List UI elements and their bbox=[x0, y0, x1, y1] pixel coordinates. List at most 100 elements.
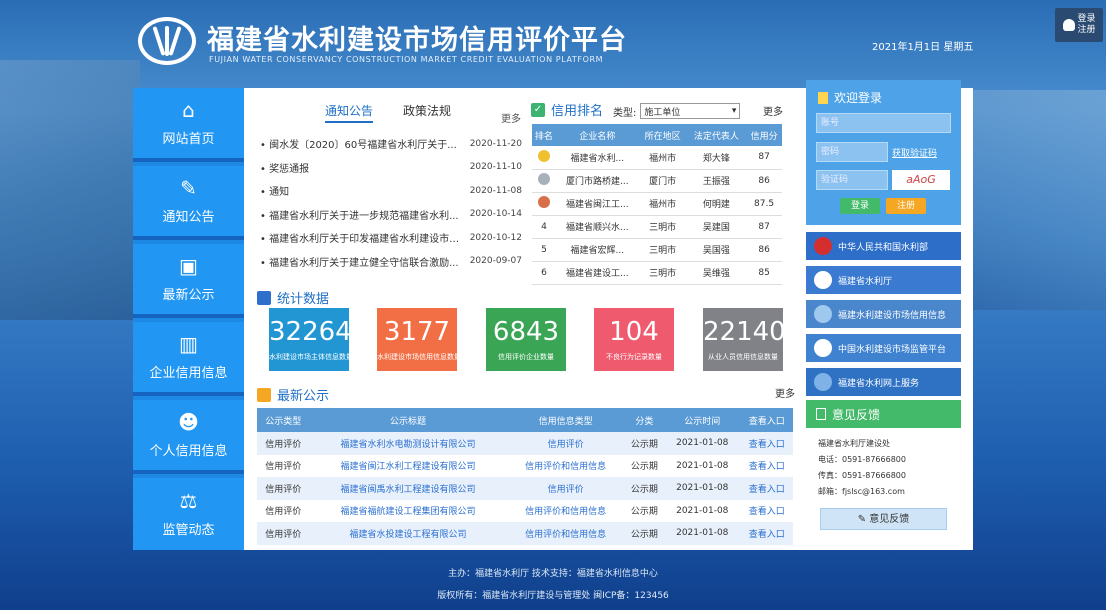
banner-link[interactable]: 中华人民共和国水利部 bbox=[806, 232, 961, 260]
table-row[interactable]: 厦门市路桥建... 厦门市 王振强 86 bbox=[532, 169, 782, 193]
nav-label: 监管动态 bbox=[162, 522, 215, 538]
info-type-cell[interactable]: 信用评价和信用信息 bbox=[507, 455, 625, 478]
title-link[interactable]: 福建省福航建设工程集团有限公司 bbox=[310, 500, 507, 523]
tab-notices[interactable]: 通知公告 bbox=[325, 102, 374, 123]
notice-title[interactable]: 通知 bbox=[260, 183, 460, 198]
stat-card[interactable]: 104 不良行为记录数量 bbox=[594, 308, 674, 371]
water-logo-icon bbox=[814, 271, 832, 289]
logo-icon bbox=[138, 17, 196, 65]
notice-date: 2020-11-10 bbox=[469, 162, 522, 173]
company-cell[interactable]: 福建省宏辉... bbox=[555, 238, 639, 262]
list-item[interactable]: 闽水发〔2020〕60号福建省水利厅关于... 2020-11-20 bbox=[260, 132, 522, 156]
nav-label: 企业信用信息 bbox=[149, 365, 228, 381]
nav-home[interactable]: ⌂ 网站首页 bbox=[133, 88, 244, 162]
credit-more-link[interactable]: 更多 bbox=[763, 103, 783, 118]
banner-link[interactable]: 中国水利建设市场监管平台 bbox=[806, 334, 961, 362]
publicity-more-link[interactable]: 更多 bbox=[775, 385, 795, 400]
banner-link[interactable]: 福建省水利网上服务 bbox=[806, 368, 961, 396]
captcha-input[interactable]: 验证码 bbox=[816, 170, 888, 190]
table-row[interactable]: 信用评价 福建省水投建设工程有限公司 信用评价和信用信息 公示期 2021-01… bbox=[257, 522, 793, 545]
latest-publicity-header: 最新公示 bbox=[257, 385, 329, 404]
title-link[interactable]: 福建省闽禹水利工程建设有限公司 bbox=[309, 477, 507, 500]
table-row[interactable]: 信用评价 福建省闽江水利工程建设有限公司 信用评价和信用信息 公示期 2021-… bbox=[257, 455, 793, 478]
list-item[interactable]: 奖惩通报 2020-11-10 bbox=[260, 156, 522, 180]
table-row[interactable]: 6 福建省建设工... 三明市 吴维强 85 bbox=[532, 261, 782, 285]
list-item[interactable]: 福建省水利厅关于印发福建省水利建设市场... 2020-10-12 bbox=[260, 226, 522, 250]
get-code-link[interactable]: 获取验证码 bbox=[892, 146, 937, 159]
tab-policies[interactable]: 政策法规 bbox=[403, 102, 451, 123]
stat-value: 104 bbox=[609, 317, 659, 347]
table-row[interactable]: 信用评价 福建省闽禹水利工程建设有限公司 信用评价 公示期 2021-01-08… bbox=[257, 477, 793, 500]
type-cell: 信用评价 bbox=[265, 507, 302, 518]
background-lake bbox=[966, 90, 1106, 310]
header: 福建省水利建设市场信用评价平台 FUJIAN WATER CONSERVANCY… bbox=[0, 0, 1106, 80]
region-cell: 三明市 bbox=[638, 215, 687, 239]
login-button[interactable]: 登录 bbox=[840, 198, 880, 214]
notice-title[interactable]: 闽水发〔2020〕60号福建省水利厅关于... bbox=[260, 136, 460, 151]
notice-date: 2020-10-14 bbox=[469, 209, 522, 220]
view-link[interactable]: 查看入口 bbox=[740, 500, 793, 523]
info-type-cell[interactable]: 信用评价 bbox=[506, 477, 625, 500]
notice-title[interactable]: 福建省水利厅关于印发福建省水利建设市场... bbox=[260, 230, 460, 245]
info-type-cell[interactable]: 信用评价和信用信息 bbox=[507, 500, 625, 523]
score-cell: 86 bbox=[746, 169, 782, 193]
company-cell[interactable]: 福建省水利... bbox=[555, 146, 639, 170]
title-link[interactable]: 福建省水投建设工程有限公司 bbox=[309, 522, 507, 545]
nav-enterprise-credit[interactable]: ▥ 企业信用信息 bbox=[133, 322, 244, 396]
title-link[interactable]: 福建省水利水电勘测设计有限公司 bbox=[309, 432, 507, 455]
publicity-table: 公示类型 公示标题 信用信息类型 分类 公示时间 查看入口 信用评价 福建省水利… bbox=[257, 408, 793, 545]
table-header-row: 排名 企业名称 所在地区 法定代表人 信用分 bbox=[532, 124, 782, 146]
type-select[interactable]: 施工单位 ▾ bbox=[640, 103, 741, 119]
register-button[interactable]: 注册 bbox=[886, 198, 926, 214]
type-cell: 信用评价 bbox=[257, 477, 310, 500]
table-row[interactable]: 福建省闽江工... 福州市 何明建 87.5 bbox=[532, 192, 782, 216]
feedback-panel: 意见反馈 福建省水利厅建设处 电话：0591-87666800 传真：0591-… bbox=[806, 400, 961, 548]
view-link[interactable]: 查看入口 bbox=[740, 432, 793, 455]
pen-icon: ✎ bbox=[180, 175, 197, 200]
notice-title[interactable]: 奖惩通报 bbox=[260, 160, 460, 175]
company-cell[interactable]: 福建省建设工... bbox=[555, 261, 639, 285]
notice-more-link[interactable]: 更多 bbox=[501, 110, 521, 125]
list-item[interactable]: 福建省水利厅关于进一步规范福建省水利... 2020-10-14 bbox=[260, 203, 522, 227]
notice-title[interactable]: 福建省水利厅关于进一步规范福建省水利... bbox=[260, 207, 460, 222]
notice-icon: ▣ bbox=[179, 253, 198, 278]
nav-supervision[interactable]: ⚖ 监管动态 bbox=[133, 478, 244, 550]
info-type-cell[interactable]: 信用评价 bbox=[506, 432, 625, 455]
company-cell[interactable]: 厦门市路桥建... bbox=[555, 169, 639, 193]
user-login-button[interactable]: 登录 注册 bbox=[1055, 8, 1103, 42]
company-cell[interactable]: 福建省顺兴水... bbox=[555, 215, 639, 239]
feedback-button[interactable]: ✎ 意见反馈 bbox=[820, 508, 947, 530]
nav-latest[interactable]: ▣ 最新公示 bbox=[133, 244, 244, 318]
banner-link[interactable]: 福建水利建设市场信用信息 bbox=[806, 300, 961, 328]
list-item[interactable]: 通知 2020-11-08 bbox=[260, 179, 522, 203]
table-row[interactable]: 4 福建省顺兴水... 三明市 吴建国 87 bbox=[532, 215, 782, 239]
title-link[interactable]: 福建省闽江水利工程建设有限公司 bbox=[310, 455, 507, 478]
table-row[interactable]: 信用评价 福建省福航建设工程集团有限公司 信用评价和信用信息 公示期 2021-… bbox=[257, 500, 793, 523]
table-row[interactable]: 5 福建省宏辉... 三明市 吴国强 86 bbox=[532, 238, 782, 262]
region-cell: 厦门市 bbox=[638, 169, 687, 193]
stat-card[interactable]: 6843 信用评价企业数量 bbox=[486, 308, 566, 371]
stat-card[interactable]: 22140 从业人员信用信息数量 bbox=[703, 308, 786, 371]
view-link[interactable]: 查看入口 bbox=[740, 477, 793, 500]
password-input[interactable]: 密码 bbox=[816, 142, 888, 162]
view-link[interactable]: 查看入口 bbox=[740, 455, 793, 478]
nav-notices[interactable]: ✎ 通知公告 bbox=[133, 166, 244, 240]
notice-date: 2020-10-12 bbox=[469, 232, 522, 243]
notice-list: 闽水发〔2020〕60号福建省水利厅关于... 2020-11-20 奖惩通报 20… bbox=[260, 132, 522, 273]
table-row[interactable]: 福建省水利... 福州市 郑大锋 87 bbox=[532, 146, 782, 170]
account-input[interactable]: 账号 bbox=[816, 113, 951, 133]
captcha-image[interactable]: aAoG bbox=[892, 170, 950, 190]
table-row[interactable]: 信用评价 福建省水利水电勘测设计有限公司 信用评价 公示期 2021-01-08… bbox=[257, 432, 793, 455]
stat-card[interactable]: 3177 水利建设市场信用信息数量 bbox=[377, 308, 461, 371]
view-link[interactable]: 查看入口 bbox=[740, 522, 793, 545]
stat-card[interactable]: 32264 水利建设市场主体信息数量 bbox=[269, 308, 353, 371]
notice-title[interactable]: 福建省水利厅关于建立健全守信联合激励... bbox=[260, 254, 460, 269]
info-type-cell[interactable]: 信用评价和信用信息 bbox=[506, 522, 625, 545]
banner-label: 福建省水利网上服务 bbox=[838, 378, 920, 389]
company-cell[interactable]: 福建省闽江工... bbox=[555, 192, 639, 216]
nav-personal-credit[interactable]: ☻ 个人信用信息 bbox=[133, 400, 244, 474]
column-header: 排名 bbox=[532, 124, 556, 146]
credit-title: 信用排名 bbox=[551, 104, 604, 119]
list-item[interactable]: 福建省水利厅关于建立健全守信联合激励... 2020-09-07 bbox=[260, 250, 522, 274]
banner-link[interactable]: 福建省水利厅 bbox=[806, 266, 961, 294]
